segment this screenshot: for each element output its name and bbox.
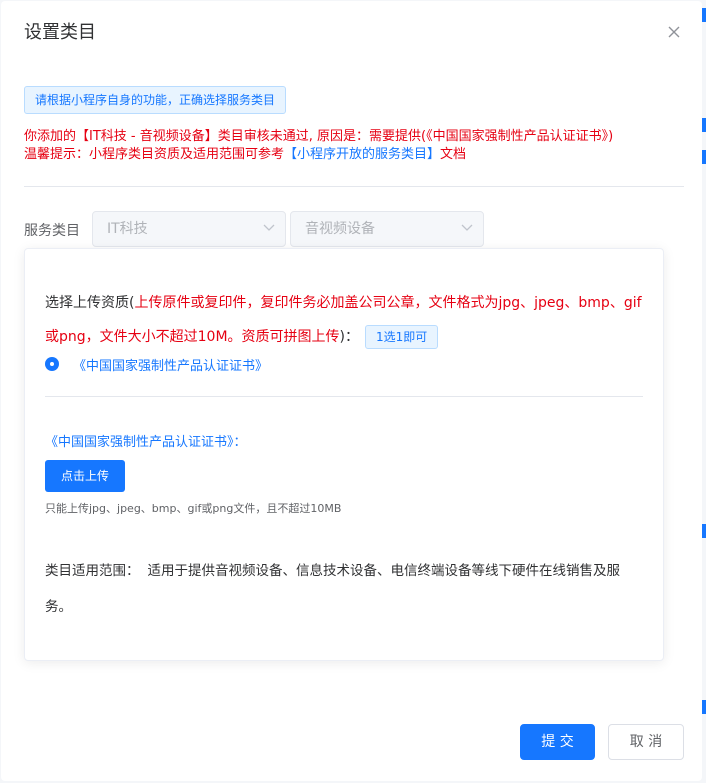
hint-prefix: 温馨提示：小程序类目资质及适用范围可参考 <box>24 147 285 162</box>
category-scope: 类目适用范围： 适用于提供音视频设备、信息技术设备、电信终端设备等线下硬件在线销售… <box>45 553 645 625</box>
qualification-panel: 选择上传资质(上传原件或复印件，复印件务必加盖公司公章，文件格式为jpg、jpe… <box>24 248 664 661</box>
radio-checked-icon[interactable] <box>45 357 59 371</box>
radio-option-label: 《中国国家强制性产品认证证书》 <box>73 358 269 374</box>
service-category-label: 服务类目 <box>24 223 80 239</box>
hint-suffix: 文档 <box>440 147 467 162</box>
submit-button[interactable]: 提 交 <box>520 724 595 760</box>
background-edge <box>702 150 706 164</box>
upload-button[interactable]: 点击上传 <box>45 460 125 492</box>
rejection-hint: 温馨提示：小程序类目资质及适用范围可参考【小程序开放的服务类目】文档 <box>24 146 613 164</box>
category-level1-select[interactable]: IT科技 <box>92 211 286 247</box>
cancel-button[interactable]: 取 消 <box>608 724 684 760</box>
dialog-title: 设置类目 <box>24 22 96 43</box>
choose-one-badge: 1选1即可 <box>365 325 439 349</box>
scope-label: 类目适用范围： <box>45 563 140 579</box>
upload-title: 《中国国家强制性产品认证证书》： <box>45 435 247 450</box>
background-edge <box>702 524 706 538</box>
close-icon[interactable] <box>663 21 685 43</box>
category-level2-select[interactable]: 音视频设备 <box>290 211 484 247</box>
divider <box>24 186 684 187</box>
requirement-prefix: 选择上传资质( <box>45 295 135 311</box>
background-edge <box>702 8 706 22</box>
requirement-suffix: )： <box>339 329 360 345</box>
background-edge <box>702 118 706 132</box>
category-level1-value: IT科技 <box>107 221 148 237</box>
divider <box>45 396 643 397</box>
qualification-radio-option[interactable]: 《中国国家强制性产品认证证书》 <box>45 355 269 374</box>
category-level2-value: 音视频设备 <box>305 221 375 237</box>
chevron-down-icon <box>461 224 473 231</box>
rejection-reason: 你添加的【IT科技 - 音视频设备】类目审核未通过, 原因是：需要提供(《中国国… <box>24 129 614 144</box>
qualification-requirement: 选择上传资质(上传原件或复印件，复印件务必加盖公司公章，文件格式为jpg、jpe… <box>45 286 645 354</box>
upload-hint: 只能上传jpg、jpeg、bmp、gif或png文件，且不超过10MB <box>45 502 342 515</box>
rejection-notice: 你添加的【IT科技 - 音视频设备】类目审核未通过, 原因是：需要提供(《中国国… <box>24 128 613 164</box>
info-tip: 请根据小程序自身的功能，正确选择服务类目 <box>24 86 287 114</box>
service-category-doc-link[interactable]: 【小程序开放的服务类目】 <box>284 147 440 162</box>
background-edge <box>702 700 706 714</box>
chevron-down-icon <box>263 224 275 231</box>
set-category-dialog: 设置类目 请根据小程序自身的功能，正确选择服务类目 你添加的【IT科技 - 音视… <box>1 1 702 781</box>
